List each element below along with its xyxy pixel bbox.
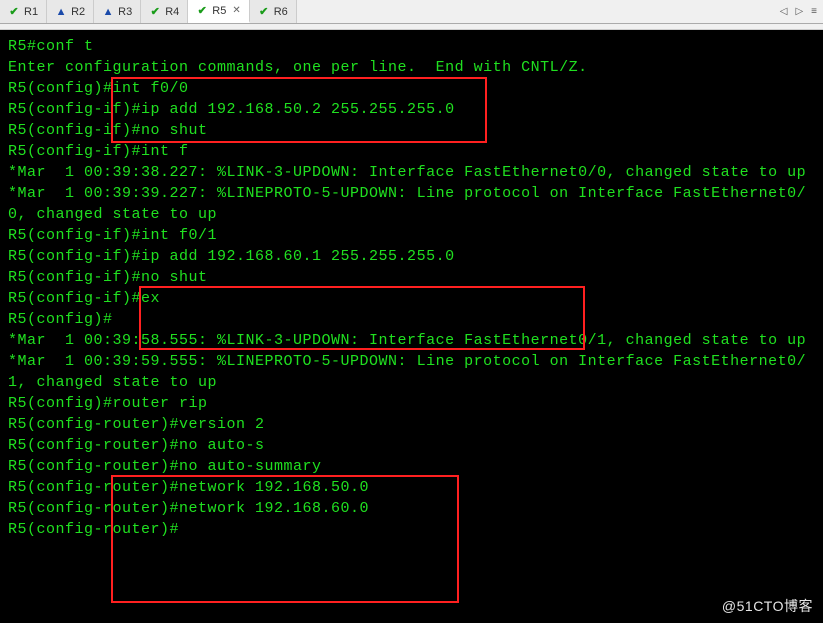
tab-label: R4 — [165, 6, 179, 18]
tab-label: R1 — [24, 6, 38, 18]
terminal-text: R5#conf t Enter configuration commands, … — [8, 36, 815, 540]
tab-r3[interactable]: ▲ R3 — [94, 0, 141, 23]
tab-label: R2 — [71, 6, 85, 18]
warning-icon: ▲ — [55, 6, 67, 18]
tab-r6[interactable]: ✔ R6 — [250, 0, 297, 23]
terminal-output[interactable]: R5#conf t Enter configuration commands, … — [0, 30, 823, 623]
warning-icon: ▲ — [102, 6, 114, 18]
tab-next-button[interactable]: ▷ — [793, 6, 805, 17]
check-icon: ✔ — [196, 5, 208, 17]
watermark: @51CTO博客 — [722, 596, 813, 617]
close-icon[interactable]: ✕ — [232, 5, 240, 16]
tab-menu-button[interactable]: ≡ — [809, 6, 819, 17]
tab-label: R5 — [212, 5, 226, 17]
check-icon: ✔ — [258, 6, 270, 18]
tab-nav-controls: ◁ ▷ ≡ — [778, 6, 819, 17]
tab-r1[interactable]: ✔ R1 — [0, 0, 47, 23]
check-icon: ✔ — [8, 6, 20, 18]
tab-r5[interactable]: ✔ R5 ✕ — [188, 0, 249, 23]
tab-label: R6 — [274, 6, 288, 18]
tab-bar: ✔ R1 ▲ R2 ▲ R3 ✔ R4 ✔ R5 ✕ ✔ R6 ◁ ▷ ≡ — [0, 0, 823, 24]
tab-prev-button[interactable]: ◁ — [778, 6, 790, 17]
tab-label: R3 — [118, 6, 132, 18]
check-icon: ✔ — [149, 6, 161, 18]
tab-r2[interactable]: ▲ R2 — [47, 0, 94, 23]
tab-r4[interactable]: ✔ R4 — [141, 0, 188, 23]
